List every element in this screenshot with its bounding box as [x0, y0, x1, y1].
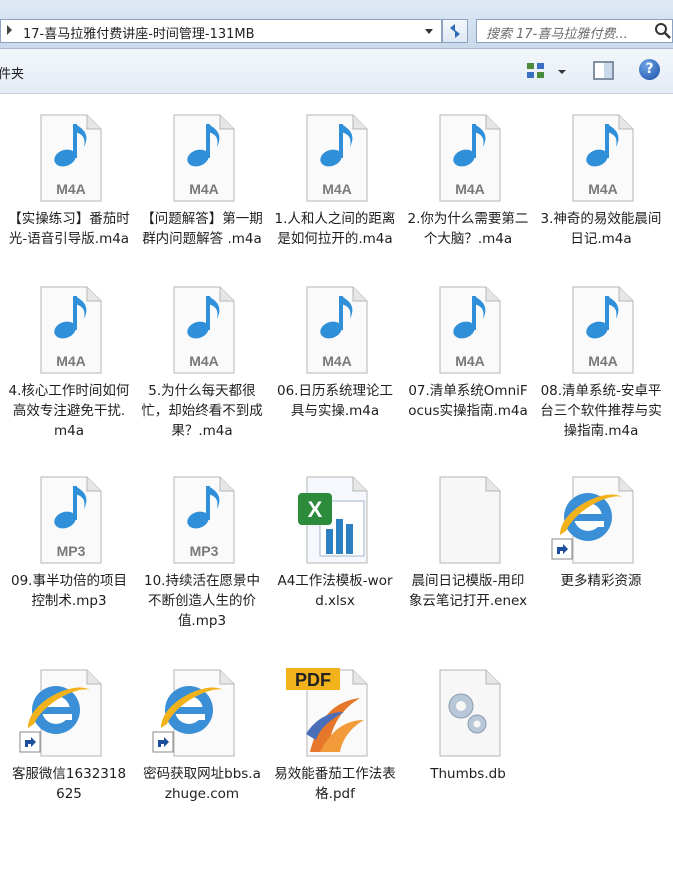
audio-file-icon: MP3	[4, 469, 134, 569]
svg-text:PDF: PDF	[295, 670, 331, 690]
command-bar: 件夹 ?	[0, 49, 673, 94]
audio-file-icon: MP3	[137, 469, 267, 569]
address-bar-region: 17-喜马拉雅付费讲座-时间管理-131MB 搜索 17-喜马拉雅付费...	[0, 0, 673, 49]
file-name-label: 09.事半功倍的项目控制术.mp3	[11, 573, 127, 609]
audio-file-icon: M4A	[536, 279, 666, 379]
search-icon[interactable]	[654, 22, 672, 40]
svg-text:M4A: M4A	[588, 353, 618, 369]
file-name-label: 【问题解答】第一期群内问题解答 .m4a	[141, 211, 263, 247]
address-path: 17-喜马拉雅付费讲座-时间管理-131MB	[23, 27, 255, 42]
help-icon[interactable]: ?	[639, 59, 660, 80]
file-name-label: 2.你为什么需要第二个大脑？.m4a	[407, 211, 529, 247]
file-name-label: 07.清单系统OmniFocus实操指南.m4a	[408, 383, 528, 419]
search-input[interactable]: 搜索 17-喜马拉雅付费...	[476, 19, 673, 43]
audio-file-icon: M4A	[137, 279, 267, 379]
audio-file-icon: M4A	[137, 107, 267, 207]
file-name-label: 5.为什么每天都很忙，却始终看不到成果？.m4a	[141, 383, 263, 439]
address-field[interactable]: 17-喜马拉雅付费讲座-时间管理-131MB	[0, 19, 442, 43]
file-name-label: 10.持续活在愿景中不断创造人生的价值.mp3	[144, 573, 260, 629]
audio-file-icon: M4A	[403, 107, 533, 207]
search-placeholder: 搜索 17-喜马拉雅付费...	[486, 27, 628, 42]
audio-file-icon: M4A	[4, 107, 134, 207]
svg-text:MP3: MP3	[57, 543, 86, 559]
file-name-label: 3.神奇的易效能晨间日记.m4a	[540, 211, 662, 247]
svg-text:M4A: M4A	[455, 353, 485, 369]
audio-file-icon: M4A	[536, 107, 666, 207]
breadcrumb-arrow-icon[interactable]	[7, 25, 12, 35]
views-dropdown-icon[interactable]	[558, 70, 566, 74]
new-folder-button[interactable]: 件夹	[0, 63, 24, 82]
audio-file-icon: M4A	[403, 279, 533, 379]
file-name-label: 1.人和人之间的距离是如何拉开的.m4a	[274, 211, 396, 247]
thumbs-db-icon	[403, 662, 533, 762]
internet-shortcut-icon	[536, 469, 666, 569]
file-name-label: A4工作法模板-word.xlsx	[277, 573, 393, 609]
excel-file-icon: X	[270, 469, 400, 569]
file-name-label: 晨间日记模版-用印象云笔记打开.enex	[408, 573, 528, 609]
address-dropdown-icon[interactable]	[425, 29, 433, 34]
file-name-label: 更多精彩资源	[560, 573, 642, 589]
svg-text:M4A: M4A	[322, 181, 352, 197]
preview-pane-icon[interactable]	[593, 61, 615, 81]
svg-text:M4A: M4A	[189, 181, 219, 197]
refresh-button[interactable]	[442, 19, 468, 43]
svg-text:M4A: M4A	[322, 353, 352, 369]
audio-file-icon: M4A	[4, 279, 134, 379]
file-name-label: Thumbs.db	[430, 766, 506, 782]
svg-text:MP3: MP3	[190, 543, 219, 559]
file-name-label: 08.清单系统-安卓平台三个软件推荐与实操指南.m4a	[540, 383, 662, 439]
refresh-icon	[450, 24, 460, 38]
internet-shortcut-icon	[4, 662, 134, 762]
audio-file-icon: M4A	[270, 107, 400, 207]
file-name-label: 【实操练习】番茄时光-语音引导版.m4a	[8, 211, 130, 247]
svg-text:X: X	[308, 497, 323, 522]
svg-text:M4A: M4A	[56, 353, 86, 369]
file-name-label: 06.日历系统理论工具与实操.m4a	[277, 383, 393, 419]
file-name-label: 易效能番茄工作法表格.pdf	[274, 766, 396, 802]
svg-text:M4A: M4A	[56, 181, 86, 197]
file-name-label: 4.核心工作时间如何高效专注避免干扰.m4a	[8, 383, 130, 439]
file-name-label: 客服微信1632318625	[11, 766, 127, 802]
svg-text:M4A: M4A	[588, 181, 618, 197]
file-name-label: 密码获取网址bbs.azhuge.com	[143, 766, 261, 802]
svg-text:M4A: M4A	[455, 181, 485, 197]
change-view-icon[interactable]	[526, 62, 546, 80]
audio-file-icon: M4A	[270, 279, 400, 379]
pdf-file-icon: PDF	[270, 662, 400, 762]
internet-shortcut-icon	[137, 662, 267, 762]
file-icon	[403, 469, 533, 569]
svg-text:M4A: M4A	[189, 353, 219, 369]
